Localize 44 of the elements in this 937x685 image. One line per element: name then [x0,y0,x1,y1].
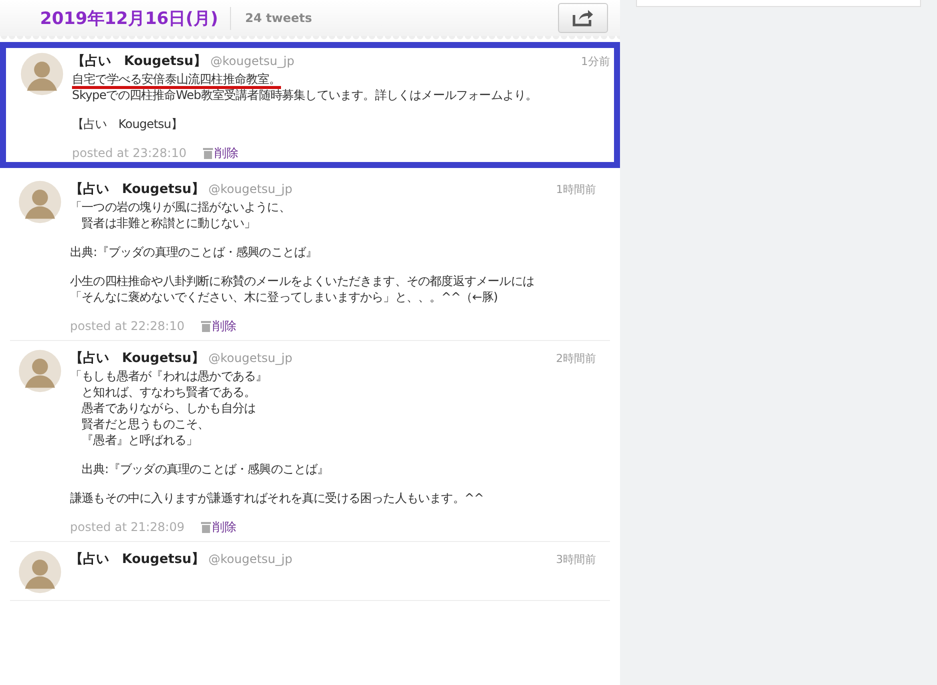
author-name[interactable]: 【占い Kougetsu】 [72,53,206,71]
tweet-text: 出典:『ブッダの真理のことば・感興のことば』 [70,245,318,259]
avatar-icon [18,349,62,393]
date-heading: 2019年12月16日(月) [40,6,232,30]
tweet-text: 出典:『ブッダの真理のことば・感興のことば』 [80,462,329,476]
tweet-text: 賢者だと思うものこそ、 [80,417,210,431]
author-name[interactable]: 【占い Kougetsu】 [70,181,204,199]
posted-time: posted at 22:28:10 [70,318,184,334]
trash-icon [200,521,210,533]
delete-link[interactable]: 削除 [200,318,236,334]
avatar-icon [18,180,62,224]
tweet-time[interactable]: 2時間前 [556,350,596,368]
tweet-text: 愚者でありながら、しかも自分は [80,401,256,415]
author-handle[interactable]: @kougetsu_jp [208,550,292,568]
delete-link[interactable]: 削除 [200,519,236,535]
posted-time: posted at 23:28:10 [72,145,186,161]
tweet-text: 【占い Kougetsu】 [72,117,183,131]
tweet-text: 「一つの岩の塊りが風に揺がないように、 [70,200,290,214]
delete-link[interactable]: 削除 [202,145,238,161]
tweet-text: 「もしも愚者が『われは愚かである』 [70,369,268,383]
avatar-icon [18,550,62,594]
tweet-time[interactable]: 1時間前 [556,181,596,199]
author-handle[interactable]: @kougetsu_jp [208,349,292,367]
tweet-text: 賢者は非難と称讃とに動じない」 [80,216,256,230]
author-handle[interactable]: @kougetsu_jp [210,52,294,70]
tweet-text: 自宅で学べる安倍泰山流四柱推命教室。 [72,72,281,89]
tweet-text: 『愚者』と呼ばれる」 [80,433,198,447]
tweet-text: 「そんなに褒めないでください、木に登ってしまいますから」と、、。^^（←豚) [70,290,498,304]
trash-icon [200,320,210,332]
author-handle[interactable]: @kougetsu_jp [208,180,292,198]
trash-icon [202,147,212,159]
tweet-text: 小生の四柱推命や八卦判断に称賛のメールをよくいただきます、その都度返すメールには [70,274,534,288]
author-name[interactable]: 【占い Kougetsu】 [70,350,204,368]
tweet-time[interactable]: 3時間前 [556,551,596,569]
tweet-text: 謙遜もその中に入りますが謙遜すればそれを真に受ける困った人もいます。^^ [70,491,484,505]
tweet-text: と知れば、すなわち賢者である。 [80,385,256,399]
share-button[interactable] [558,3,608,33]
tweet-time[interactable]: 1分前 [581,53,610,71]
posted-time: posted at 21:28:09 [70,519,184,535]
author-name[interactable]: 【占い Kougetsu】 [70,551,204,569]
avatar-icon [20,52,64,96]
tweet-count: 24 tweets [245,11,312,25]
share-icon [572,9,594,27]
tweet-text: Skypeでの四柱推命Web教室受講者随時募集しています。詳しくはメールフォームより。 [72,88,538,102]
